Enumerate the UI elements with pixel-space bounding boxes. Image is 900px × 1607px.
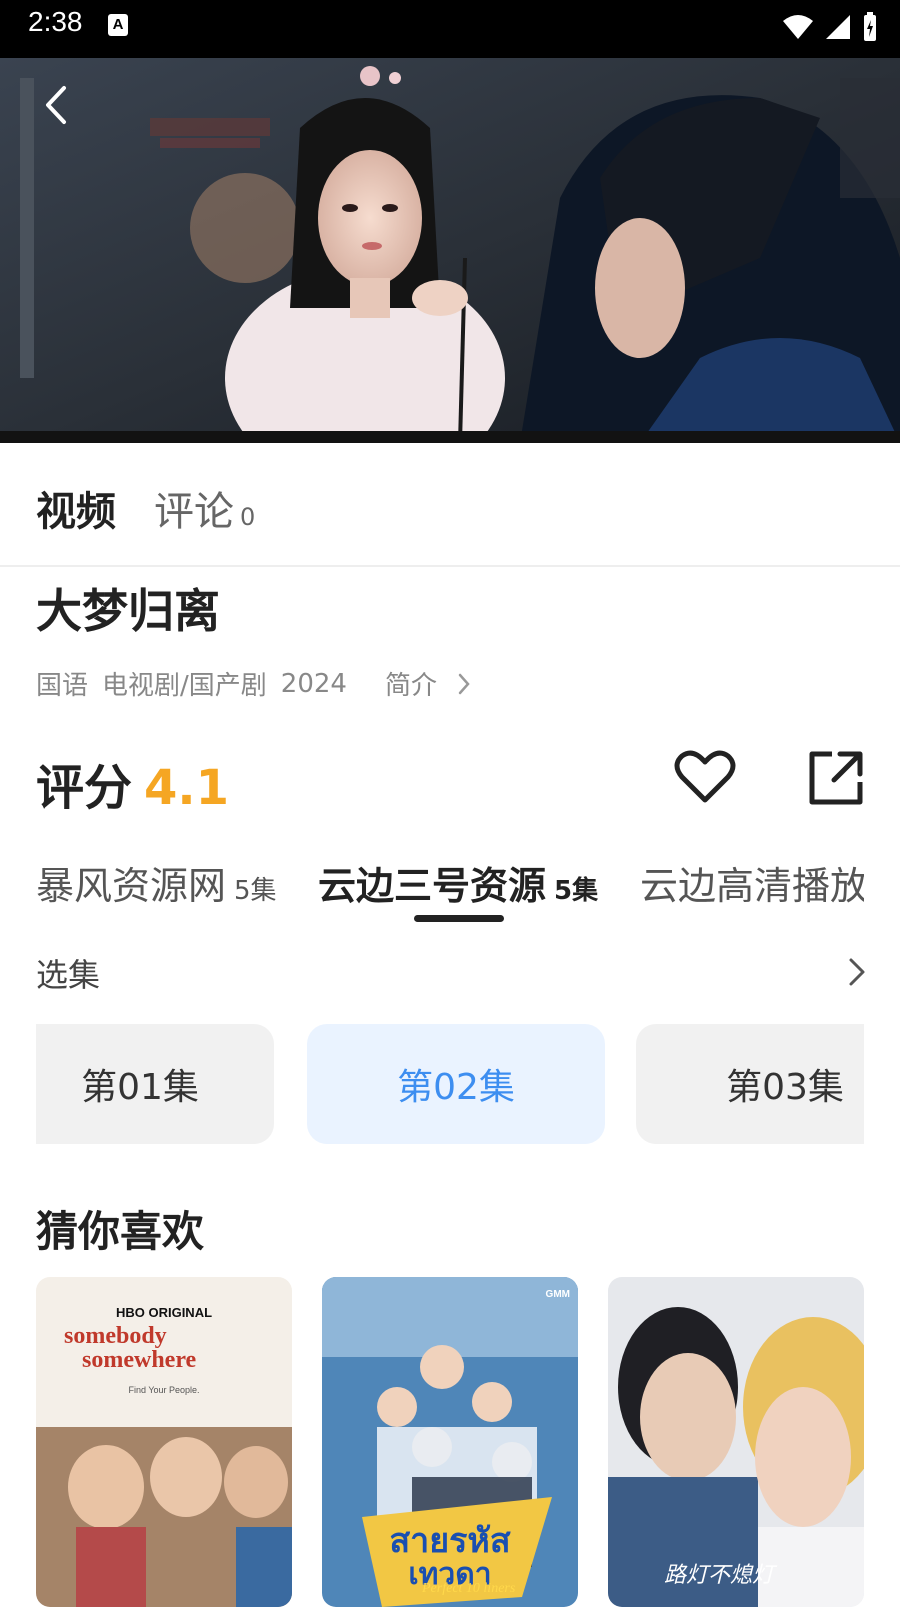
show-title: 大梦归离 [36,584,220,638]
recommend-title: 猜你喜欢 [36,1207,205,1256]
back-button[interactable] [36,80,76,130]
source-tab-1[interactable]: 暴风资源网 5集 [36,855,277,910]
poster-brand: GMM [545,1289,570,1300]
show-genre: 电视剧/国产剧 [102,671,267,701]
poster-brand: HBO ORIGINAL [115,1305,213,1320]
intro-link[interactable]: 简介 [385,665,471,702]
episode-item[interactable]: 第03集 [636,1024,864,1144]
show-year: 2024 [280,668,347,699]
recommend-card-2[interactable]: GMM สายรหัส เทวดา Perfect 10 liners [322,1277,578,1607]
poster-title-line-2: somewhere [82,1347,197,1373]
show-meta: 国语 电视剧/国产剧 2024 简介 [36,665,485,702]
chevron-left-icon [46,86,66,124]
recommend-card-1[interactable]: HBO ORIGINAL somebody somewhere Find You… [36,1277,292,1607]
comments-count: 0 [240,503,256,531]
recommend-card-3[interactable]: 路灯不熄灯 [608,1277,864,1607]
status-bar: 2:38 A [0,0,900,58]
tab-comments-label: 评论 [154,489,234,535]
video-player[interactable] [0,58,900,443]
show-language: 国语 [36,671,89,701]
episode-item-selected[interactable]: 第02集 [307,1024,605,1144]
tab-video[interactable]: 视频 [36,479,116,537]
favorite-button[interactable] [674,748,736,806]
status-icons [782,12,878,42]
content-tabs: 视频 评论 0 [0,443,900,567]
wifi-icon [783,15,813,39]
status-time: 2:38 [28,6,83,37]
episode-item[interactable]: 第01集 [36,1024,274,1144]
poster-subtitle: Perfect 10 liners [422,1581,516,1596]
source-episode-count: 5集 [554,876,599,906]
notification-a-icon: A [108,14,128,36]
rating-score: 4.1 [144,760,230,816]
poster-title-line-1: 路灯不熄灯 [664,1563,775,1588]
chevron-right-icon [849,958,865,986]
episodes-header: 选集 [36,956,101,994]
heart-icon [674,750,736,803]
source-name: 云边三号资源 [318,864,547,908]
battery-icon [864,12,876,41]
cell-signal-icon [826,15,850,39]
chevron-right-icon [458,673,470,694]
episodes-more-button[interactable] [846,954,870,990]
tab-comments[interactable]: 评论 0 [154,479,255,537]
source-episode-count: 5集 [234,876,277,906]
source-tab-indicator [414,915,504,922]
source-name: 暴风资源网 [36,864,227,908]
rating: 评分 4.1 [36,748,229,818]
share-button[interactable] [808,750,864,806]
share-external-icon [809,751,863,805]
intro-label: 简介 [384,671,437,701]
player-progress-track[interactable] [0,431,900,443]
source-name: 云边高清播放 [640,864,864,908]
poster-tagline: Find Your People. [128,1385,200,1395]
episode-list: 第01集 第02集 第03集 [36,1024,864,1144]
poster-title-line-1: somebody [64,1323,167,1349]
source-tab-3[interactable]: 云边高清播放 [640,855,864,910]
video-frame-image [0,58,900,443]
source-tab-2[interactable]: 云边三号资源 5集 [318,855,598,910]
rating-label: 评分 [36,760,133,816]
